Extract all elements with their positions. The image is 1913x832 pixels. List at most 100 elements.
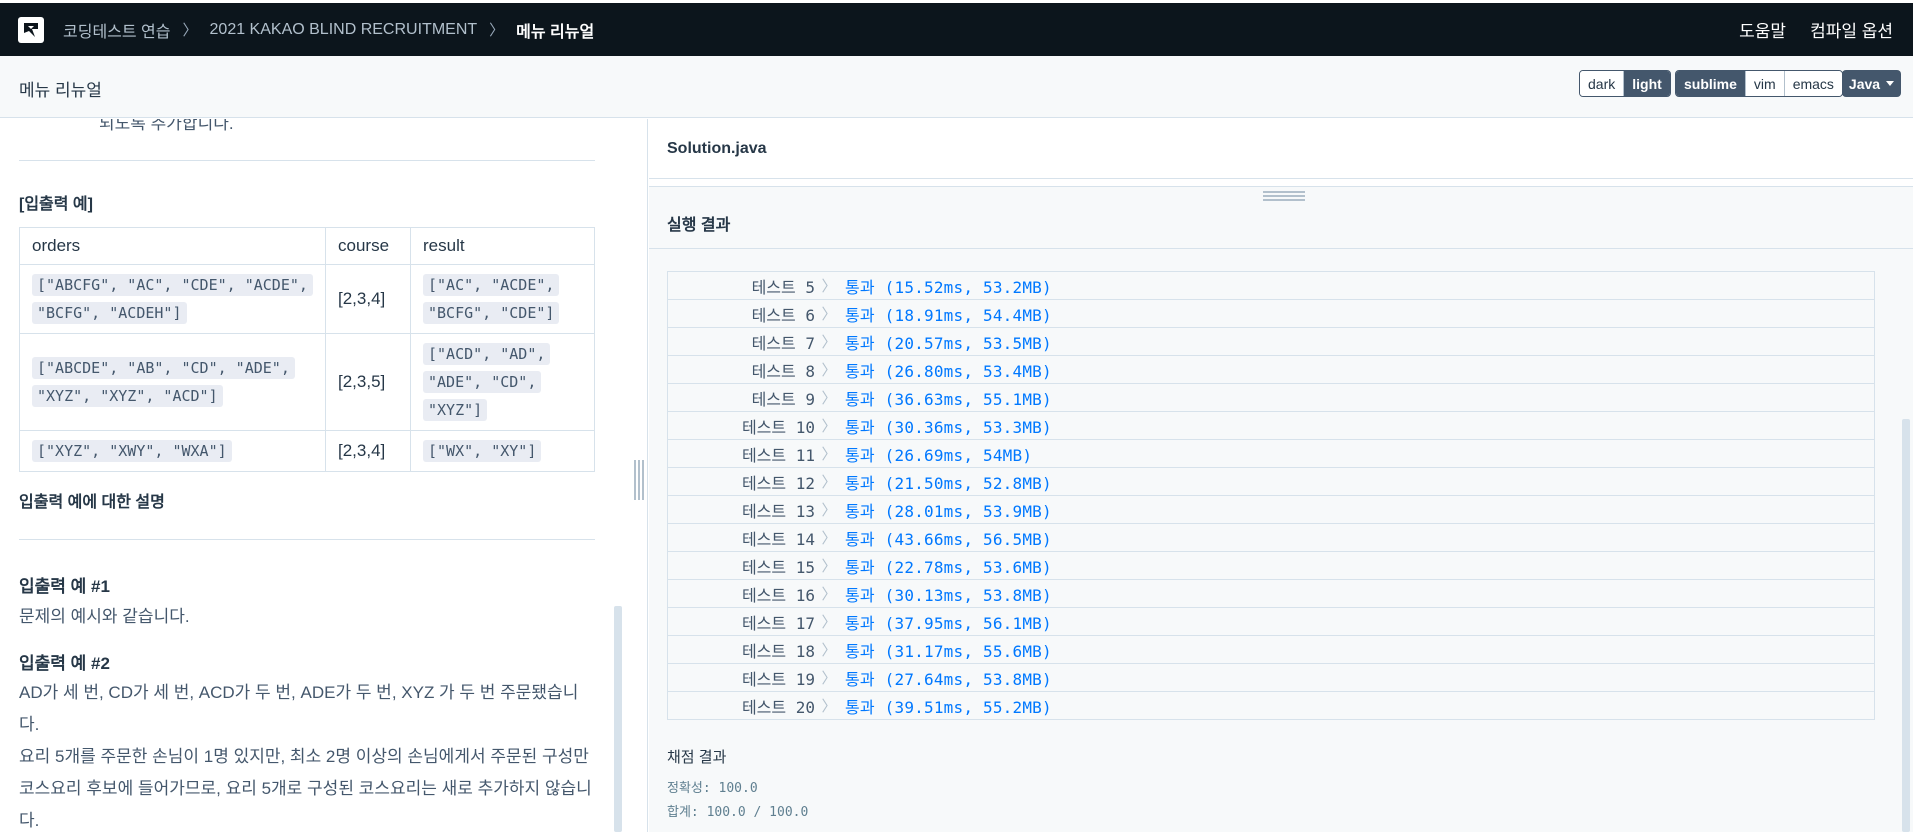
problem-header: 메뉴 리뉴얼 dark light sublime vim emacs Java — [0, 56, 1913, 118]
breadcrumb-kakao[interactable]: 2021 KAKAO BLIND RECRUITMENT — [210, 21, 478, 39]
test-result-row: 테스트 8 〉 통과 (26.80ms, 53.4MB) — [667, 356, 1875, 384]
test-pass-result: 통과 (39.51ms, 55.2MB) — [845, 697, 1052, 717]
test-name: 테스트 5 — [751, 277, 815, 297]
language-label: Java — [1848, 75, 1881, 92]
breadcrumb-coding-test[interactable]: 코딩테스트 연습 — [63, 18, 171, 42]
breadcrumb: 코딩테스트 연습 〉 2021 KAKAO BLIND RECRUITMENT … — [63, 3, 594, 56]
keymap-sublime-button[interactable]: sublime — [1676, 71, 1745, 96]
run-result-title: 실행 결과 — [667, 217, 731, 234]
cell-orders: ["XYZ", "XWY", "WXA"] — [19, 430, 326, 472]
test-pass-result: 통과 (43.66ms, 56.5MB) — [845, 529, 1052, 549]
chevron-right-icon: 〉 — [821, 417, 837, 435]
description-text-cut: 되도록 추가합니다. — [99, 119, 234, 133]
test-result-row: 테스트 7 〉 통과 (20.57ms, 53.5MB) — [667, 328, 1875, 356]
test-result-row: 테스트 18 〉 통과 (31.17ms, 55.6MB) — [667, 636, 1875, 664]
test-pass-result: 통과 (15.52ms, 53.2MB) — [845, 277, 1052, 297]
file-name: Solution.java — [667, 140, 767, 157]
keymap-toggle: sublime vim emacs — [1675, 70, 1843, 97]
test-pass-result: 통과 (36.63ms, 55.1MB) — [845, 389, 1052, 409]
top-nav: 코딩테스트 연습 〉 2021 KAKAO BLIND RECRUITMENT … — [0, 0, 1913, 56]
test-pass-result: 통과 (18.91ms, 54.4MB) — [845, 305, 1052, 325]
test-pass-result: 통과 (37.95ms, 56.1MB) — [845, 613, 1052, 633]
description-pane[interactable]: 되도록 추가합니다. [입출력 예] orders course result … — [0, 119, 630, 832]
test-result-row: 테스트 15 〉 통과 (22.78ms, 53.6MB) — [667, 552, 1875, 580]
example-2-text: AD가 세 번, CD가 세 번, ACD가 두 번, ADE가 두 번, XY… — [19, 683, 579, 734]
code-chip: ["ABCFG", "AC", "CDE", "ACDE", "BCFG", "… — [32, 274, 313, 324]
test-pass-result: 통과 (28.01ms, 53.9MB) — [845, 501, 1052, 521]
table-header-result: result — [410, 227, 595, 265]
test-pass-result: 통과 (26.80ms, 53.4MB) — [845, 361, 1052, 381]
chevron-right-icon: 〉 — [821, 585, 837, 603]
chevron-right-icon: 〉 — [821, 445, 837, 463]
chevron-right-icon: 〉 — [821, 333, 837, 351]
chevron-right-icon: 〉 — [821, 669, 837, 687]
code-chip: ["ABCDE", "AB", "CD", "ADE", "XYZ", "XYZ… — [32, 357, 295, 407]
cell-result: ["ACD", "AD", "ADE", "CD", "XYZ"] — [410, 333, 595, 431]
test-name: 테스트 14 — [741, 529, 815, 549]
example-2-text-2: 요리 5개를 주문한 손님이 1명 있지만, 최소 2명 이상의 손님에게서 주… — [19, 747, 592, 830]
cell-orders: ["ABCFG", "AC", "CDE", "ACDE", "BCFG", "… — [19, 264, 326, 334]
theme-light-button[interactable]: light — [1623, 71, 1670, 96]
cell-orders: ["ABCDE", "AB", "CD", "ADE", "XYZ", "XYZ… — [19, 333, 326, 431]
keymap-emacs-button[interactable]: emacs — [1783, 71, 1842, 96]
cell-result: ["WX", "XY"] — [410, 430, 595, 472]
io-example-table: orders course result ["ABCFG", "AC", "CD… — [19, 227, 595, 472]
test-pass-result: 통과 (30.13ms, 53.8MB) — [845, 585, 1052, 605]
run-result-header: 실행 결과 — [649, 187, 1913, 249]
test-result-row: 테스트 11 〉 통과 (26.69ms, 54MB) — [667, 440, 1875, 468]
test-result-row: 테스트 16 〉 통과 (30.13ms, 53.8MB) — [667, 580, 1875, 608]
page-title: 메뉴 리뉴얼 — [19, 81, 102, 100]
test-result-row: 테스트 17 〉 통과 (37.95ms, 56.1MB) — [667, 608, 1875, 636]
help-link[interactable]: 도움말 — [1739, 17, 1786, 42]
test-name: 테스트 12 — [741, 473, 815, 493]
grading-title: 채점 결과 — [667, 749, 727, 766]
chevron-right-icon: 〉 — [821, 305, 837, 323]
editor-pane: Solution.java 실행 결과 테스트 5 〉 통과 (15.52ms, 5… — [649, 119, 1913, 832]
programmers-logo-icon[interactable] — [18, 17, 44, 43]
compile-options-link[interactable]: 컴파일 옵션 — [1810, 17, 1893, 42]
cell-result: ["AC", "ACDE", "BCFG", "CDE"] — [410, 264, 595, 334]
test-result-row: 테스트 13 〉 통과 (28.01ms, 53.9MB) — [667, 496, 1875, 524]
chevron-right-icon: 〉 — [821, 557, 837, 575]
language-dropdown[interactable]: Java — [1842, 70, 1901, 97]
divider — [19, 160, 595, 161]
test-name: 테스트 16 — [741, 585, 815, 605]
chevron-right-icon: 〉 — [821, 529, 837, 547]
test-pass-result: 통과 (26.69ms, 54MB) — [845, 445, 1033, 465]
keymap-vim-button[interactable]: vim — [1744, 71, 1784, 96]
chevron-right-icon: 〉 — [821, 473, 837, 491]
chevron-right-icon: 〉 — [821, 501, 837, 519]
code-editor[interactable] — [649, 179, 1913, 187]
test-pass-result: 통과 (20.57ms, 53.5MB) — [845, 333, 1052, 353]
table-header-course: course — [325, 227, 411, 265]
test-pass-result: 통과 (31.17ms, 55.6MB) — [845, 641, 1052, 661]
test-name: 테스트 10 — [741, 417, 815, 437]
test-result-row: 테스트 12 〉 통과 (21.50ms, 52.8MB) — [667, 468, 1875, 496]
test-pass-result: 통과 (22.78ms, 53.6MB) — [845, 557, 1052, 577]
drag-handle-icon[interactable] — [634, 460, 644, 500]
cell-course: [2,3,4] — [325, 264, 411, 334]
test-name: 테스트 8 — [751, 361, 815, 381]
test-name: 테스트 19 — [741, 669, 815, 689]
grading-result: 채점 결과 정확성: 100.0 합계: 100.0 / 100.0 — [667, 746, 808, 825]
test-result-row: 테스트 5 〉 통과 (15.52ms, 53.2MB) — [667, 272, 1875, 300]
example-1-heading: 입출력 예 #1 — [19, 577, 110, 596]
breadcrumb-current: 메뉴 리뉴얼 — [516, 23, 595, 41]
theme-toggle: dark light — [1579, 70, 1671, 97]
chevron-right-icon: 〉 — [821, 277, 837, 295]
example-1-text: 문제의 예시와 같습니다. — [19, 607, 190, 626]
theme-dark-button[interactable]: dark — [1580, 71, 1624, 96]
chevron-right-icon: 〉 — [821, 389, 837, 407]
results-scrollbar[interactable] — [1902, 419, 1910, 832]
test-result-row: 테스트 20 〉 통과 (39.51ms, 55.2MB) — [667, 692, 1875, 720]
test-result-row: 테스트 14 〉 통과 (43.66ms, 56.5MB) — [667, 524, 1875, 552]
editor-file-tab: Solution.java — [649, 119, 1913, 179]
test-name: 테스트 13 — [741, 501, 815, 521]
table-row: ["XYZ", "XWY", "WXA"] [2,3,4] ["WX", "XY… — [19, 430, 595, 472]
table-row: ["ABCDE", "AB", "CD", "ADE", "XYZ", "XYZ… — [19, 333, 595, 431]
description-scrollbar[interactable] — [614, 606, 622, 832]
test-name: 테스트 15 — [741, 557, 815, 577]
code-chip: ["XYZ", "XWY", "WXA"] — [32, 440, 232, 462]
table-header-orders: orders — [19, 227, 326, 265]
chevron-right-icon: 〉 — [821, 697, 837, 715]
